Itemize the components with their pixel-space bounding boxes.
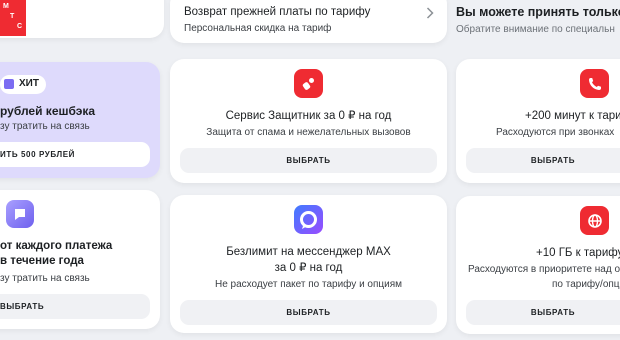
minutes-title: +200 минут к тари <box>525 110 620 122</box>
promo-title: рублей кешбэка <box>0 104 96 118</box>
protector-service-card: Сервис Защитник за 0 ₽ на год Защита от … <box>170 59 447 183</box>
gb-title: +10 ГБ к тарифу <box>536 247 620 259</box>
chevron-right-icon[interactable] <box>426 6 434 22</box>
gb-card: +10 ГБ к тарифу Расходуются в приоритете… <box>456 196 620 334</box>
minutes-select-button[interactable]: ВЫБРАТЬ <box>466 148 620 173</box>
max-title-line2: за 0 ₽ на год <box>274 262 343 274</box>
globe-icon <box>580 206 609 235</box>
logo-letter-t: Т <box>10 13 15 20</box>
tariff-refund-subtitle: Персональная скидка на тариф <box>184 23 332 34</box>
logo-letter-m: М <box>3 3 9 10</box>
gb-select-button[interactable]: ВЫБРАТЬ <box>466 300 620 325</box>
hit-badge: ХИТ <box>0 75 46 94</box>
tariff-refund-title: Возврат прежней платы по тарифу <box>184 6 371 18</box>
hit-badge-label: ХИТ <box>19 78 39 89</box>
max-messenger-card: Безлимит на мессенджер MAX за 0 ₽ на год… <box>170 195 447 333</box>
protector-select-button[interactable]: ВЫБРАТЬ <box>180 148 437 173</box>
protector-title: Сервис Защитник за 0 ₽ на год <box>225 110 392 122</box>
cashback-yearly-line2: в течение года <box>0 255 84 267</box>
minutes-subtitle: Расходуются при звонках <box>496 127 615 138</box>
cashback-yearly-subtitle: зу тратить на связь <box>0 273 90 284</box>
max-select-button[interactable]: ВЫБРАТЬ <box>180 300 437 325</box>
notice-title: Вы можете принять только о <box>456 5 620 19</box>
mts-logo: М Т С <box>0 0 26 36</box>
logo-letter-s: С <box>17 23 23 30</box>
mts-logo-card: М Т С <box>0 0 164 38</box>
cashback-yearly-line1: от каждого платежа <box>0 240 113 252</box>
notice-card[interactable]: Вы можете принять только о Обратите вним… <box>455 0 620 43</box>
cashback-select-button[interactable]: ВЫБРАТЬ <box>0 294 150 319</box>
max-title-line1: Безлимит на мессенджер MAX <box>226 246 391 258</box>
lightning-icon <box>4 79 14 89</box>
cashback-icon <box>6 200 34 228</box>
gb-line2: по тарифу/опц <box>552 279 620 290</box>
protector-icon <box>294 69 323 98</box>
tariff-refund-card[interactable]: Возврат прежней платы по тарифу Персонал… <box>170 0 447 43</box>
promo-subtitle: зу тратить на связь <box>0 121 90 132</box>
get-cashback-button[interactable]: ИТЬ 500 РУБЛЕЙ <box>0 142 150 167</box>
notice-subtitle: Обратите внимание по специальн <box>456 24 615 35</box>
max-subtitle: Не расходует пакет по тарифу и опциям <box>214 279 403 290</box>
minutes-card: +200 минут к тари Расходуются при звонка… <box>456 59 620 183</box>
gb-line1: Расходуются в приоритете над о <box>468 264 620 275</box>
cashback-promo-card[interactable]: ХИТ рублей кешбэка зу тратить на связь И… <box>0 62 160 178</box>
max-messenger-icon <box>294 205 323 234</box>
phone-icon <box>580 69 609 98</box>
cashback-yearly-card: от каждого платежа в течение года зу тра… <box>0 190 160 329</box>
protector-subtitle: Защита от спама и нежелательных вызовов <box>206 127 411 138</box>
